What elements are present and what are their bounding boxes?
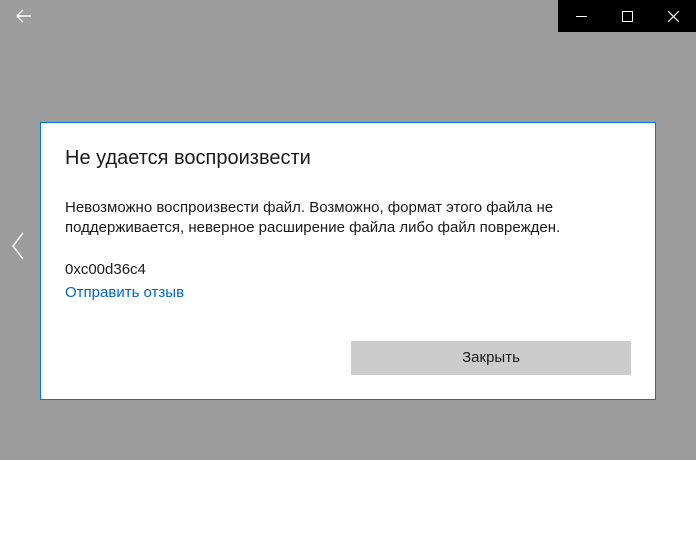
dialog-buttons: Закрыть [65, 341, 631, 375]
error-code: 0xc00d36c4 [65, 261, 631, 278]
content-area: Не удается воспроизвести Невозможно восп… [0, 32, 696, 460]
send-feedback-link[interactable]: Отправить отзыв [65, 284, 184, 301]
minimize-icon [576, 11, 587, 22]
dialog-message: Невозможно воспроизвести файл. Возможно,… [65, 198, 631, 239]
chevron-left-icon [10, 231, 26, 261]
app-window: Не удается воспроизвести Невозможно восп… [0, 0, 696, 460]
maximize-button[interactable] [604, 0, 650, 32]
back-button[interactable] [0, 0, 48, 32]
dialog-title: Не удается воспроизвести [65, 147, 631, 170]
title-bar [0, 0, 696, 32]
maximize-icon [622, 11, 633, 22]
title-bar-controls [558, 0, 696, 32]
previous-button[interactable] [4, 216, 32, 276]
title-bar-left [0, 0, 48, 32]
error-dialog: Не удается воспроизвести Невозможно восп… [40, 122, 656, 400]
arrow-left-icon [16, 8, 32, 24]
window-close-button[interactable] [650, 0, 696, 32]
minimize-button[interactable] [558, 0, 604, 32]
dialog-close-button[interactable]: Закрыть [351, 341, 631, 375]
close-icon [668, 11, 679, 22]
